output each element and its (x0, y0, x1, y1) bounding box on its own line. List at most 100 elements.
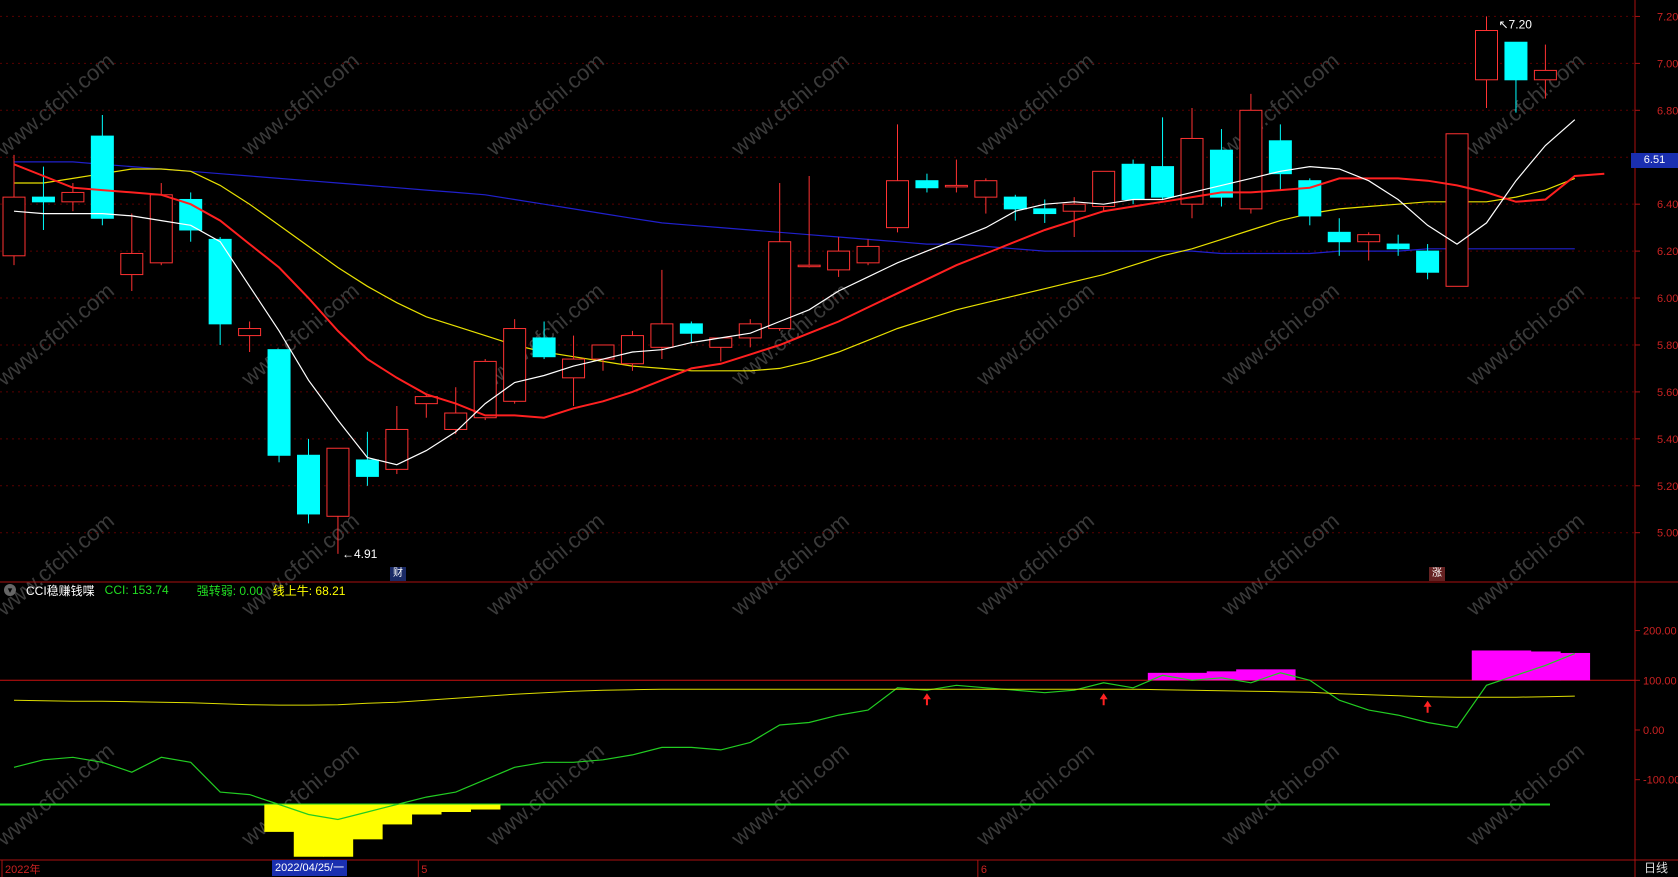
candle-body (1475, 30, 1498, 81)
candle-body (827, 250, 851, 271)
watermark-text: www.cfchi.com (1461, 738, 1589, 851)
cci-tick-label: 0.00 (1643, 725, 1664, 737)
candle (650, 269, 674, 360)
candle-body (1062, 203, 1086, 212)
watermark-text: www.cfchi.com (726, 738, 854, 851)
candle-body (1357, 234, 1381, 243)
candle (886, 124, 909, 233)
candle (944, 159, 968, 193)
candle-body (679, 323, 703, 334)
price-tick-label: 5.80 (1657, 340, 1678, 352)
candle-body (944, 184, 968, 188)
price-tick-label: 5.00 (1657, 528, 1678, 540)
candle-body (355, 459, 379, 477)
candle-body (974, 180, 998, 198)
candle-body (1033, 208, 1057, 215)
candle (297, 438, 320, 524)
watermark-text: www.cfchi.com (726, 48, 854, 161)
candle (797, 176, 821, 268)
candle-body (1121, 163, 1145, 200)
indicator-legend: ▾ CCI稳赚钱喋 CCI: 153.74 强转弱: 0.00 线上牛: 68.… (4, 582, 345, 598)
price-tick-label: 7.20 (1657, 11, 1678, 23)
candle-body (1209, 149, 1233, 198)
candle-body (326, 447, 350, 517)
candle (1386, 234, 1410, 256)
candle-body (1533, 69, 1557, 81)
candle (90, 114, 114, 226)
candle-body (2, 196, 26, 257)
candle-body (1151, 166, 1175, 198)
xianshangniu-value: 线上牛: 68.21 (272, 583, 346, 598)
overbought-bar (1471, 650, 1502, 681)
buy-arrow-icon (1423, 700, 1432, 713)
candle (120, 213, 144, 291)
candle-body (886, 180, 909, 229)
cursor-date: 2022/04/25/一 (272, 860, 348, 876)
price-tick-label: 5.40 (1657, 434, 1678, 446)
candle (768, 183, 792, 331)
candle (2, 154, 26, 266)
candle-body (1239, 109, 1263, 210)
xianshangniu-line (13, 688, 1575, 706)
candle-body (797, 264, 821, 268)
candle (1092, 170, 1116, 212)
candle (1003, 194, 1027, 221)
candle-body (61, 191, 85, 203)
date-tick-label: 6 (981, 864, 987, 876)
watermark-text: www.cfchi.com (1216, 508, 1344, 621)
price-annotations: ↖7.20 ←4.91 (342, 17, 1532, 560)
oversold-bar (441, 804, 471, 813)
price-tick-label: 7.00 (1657, 58, 1678, 70)
indicator-name[interactable]: CCI稳赚钱喋 (26, 582, 95, 599)
candle-body (1092, 170, 1116, 208)
finance-marker[interactable]: 财 (390, 567, 406, 581)
candle-body (1327, 231, 1351, 243)
candle-body (267, 349, 291, 456)
price-tick-label: 6.20 (1657, 246, 1678, 258)
candle-body (1445, 133, 1469, 287)
watermark-text: www.cfchi.com (236, 508, 364, 621)
buy-arrow-icon (1099, 693, 1108, 706)
candle (503, 319, 527, 404)
watermark-text: www.cfchi.com (0, 738, 119, 851)
candle (1445, 133, 1469, 287)
watermark-text: www.cfchi.com (971, 738, 1099, 851)
watermark-text: www.cfchi.com (481, 508, 609, 621)
candle-body (31, 196, 55, 203)
candle (679, 321, 703, 343)
price-tick-label: 5.20 (1657, 481, 1678, 493)
watermark-text: www.cfchi.com (971, 48, 1099, 161)
candle (355, 431, 379, 486)
candle (591, 344, 615, 371)
candle-body (768, 241, 792, 330)
indicator-menu-icon[interactable]: ▾ (4, 584, 16, 596)
watermark-text: www.cfchi.com (1461, 508, 1589, 621)
candle-body (856, 245, 880, 264)
candle (414, 394, 438, 418)
watermark-text: www.cfchi.com (726, 508, 854, 621)
candle-body (738, 323, 762, 339)
candle-body (503, 328, 527, 402)
candle-body (90, 135, 114, 219)
candle-body (1416, 250, 1440, 273)
period-selector[interactable]: 日线 (1634, 859, 1678, 877)
candle (1180, 107, 1204, 219)
cci-tick-label: 200.00 (1643, 626, 1677, 638)
candle (1475, 16, 1498, 108)
candle (915, 173, 939, 193)
date-tick-label: 2022年 (5, 862, 40, 876)
watermark-text: www.cfchi.com (1461, 278, 1589, 391)
ma5-path (13, 119, 1576, 466)
candle (562, 335, 586, 406)
watermark-text: www.cfchi.com (1216, 278, 1344, 391)
candle (1357, 232, 1381, 261)
rise-marker[interactable]: 涨 (1429, 567, 1445, 581)
watermark-text: www.cfchi.com (971, 508, 1099, 621)
price-tick-label: 6.40 (1657, 199, 1678, 211)
candle (856, 239, 880, 266)
oversold-bar (470, 804, 501, 810)
candle (238, 321, 262, 353)
candle-body (1504, 41, 1528, 81)
high-price-label: ↖7.20 (1499, 17, 1533, 31)
watermark-text: www.cfchi.com (0, 508, 119, 621)
